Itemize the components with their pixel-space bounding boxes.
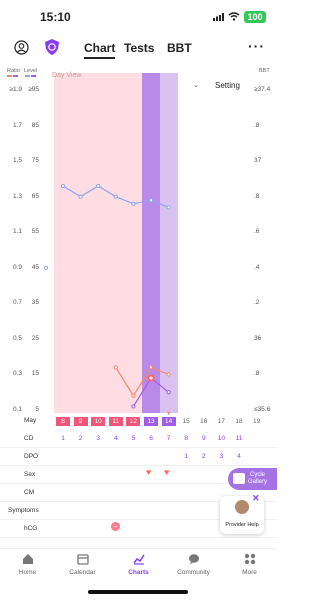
home-indicator bbox=[88, 590, 188, 594]
nav-home[interactable]: Home bbox=[0, 553, 55, 576]
date-cell[interactable]: 12 bbox=[126, 417, 141, 426]
data-point bbox=[60, 183, 66, 189]
row-divider bbox=[0, 465, 277, 466]
data-point bbox=[131, 404, 136, 409]
cd-cell: 1 bbox=[61, 435, 65, 442]
cd-cell: 7 bbox=[166, 435, 171, 442]
heart-icon[interactable]: ♥ bbox=[164, 467, 169, 477]
data-point bbox=[113, 365, 118, 370]
avatar bbox=[235, 500, 249, 514]
nav-more[interactable]: More bbox=[222, 553, 277, 576]
tab-bbt[interactable]: BBT bbox=[167, 41, 192, 55]
date-cell[interactable]: 16 bbox=[197, 417, 211, 426]
date-cell[interactable]: 9 bbox=[73, 417, 88, 426]
cycle-gallery-button[interactable]: Cycle Gallery bbox=[228, 468, 277, 490]
data-point bbox=[78, 194, 83, 199]
tab-tests[interactable]: Tests bbox=[124, 41, 154, 55]
date-cell[interactable]: 15 bbox=[179, 417, 193, 426]
fertile-window-band bbox=[54, 73, 142, 413]
data-point bbox=[131, 393, 136, 398]
date-cell[interactable]: 13 bbox=[144, 417, 158, 426]
charts-icon bbox=[132, 554, 145, 565]
symptoms-label: Symptoms bbox=[8, 507, 39, 514]
date-cell[interactable]: 14 bbox=[161, 417, 176, 426]
signal-icon bbox=[213, 13, 224, 21]
cd-cell: 2 bbox=[78, 435, 83, 442]
cd-label: CD bbox=[24, 435, 34, 442]
data-point bbox=[148, 198, 154, 203]
nav-calendar[interactable]: Calendar bbox=[55, 553, 110, 576]
hcg-label: hCG bbox=[24, 525, 38, 532]
hormone-chart[interactable] bbox=[0, 60, 277, 430]
sex-label: Sex bbox=[24, 471, 36, 478]
cd-cell: 11 bbox=[235, 435, 243, 442]
close-icon[interactable]: ✕ bbox=[252, 493, 262, 503]
today-marker-icon: ▼ bbox=[165, 411, 172, 417]
hcg-negative-badge[interactable]: − bbox=[111, 522, 120, 531]
user-profile-icon[interactable] bbox=[14, 40, 29, 55]
data-point bbox=[43, 265, 49, 270]
dpo-cell: 1 bbox=[184, 453, 188, 460]
data-point bbox=[166, 205, 171, 210]
data-point bbox=[131, 201, 136, 206]
cm-label: CM bbox=[24, 489, 35, 496]
wifi-icon bbox=[228, 12, 240, 21]
month-label: May bbox=[24, 417, 37, 424]
nav-calendar-label: Calendar bbox=[69, 569, 96, 576]
status-bar: 15:10 100 bbox=[0, 0, 277, 34]
home-icon bbox=[22, 554, 33, 564]
nav-charts[interactable]: Charts bbox=[111, 553, 166, 576]
data-point bbox=[148, 365, 154, 370]
cd-cell: 10 bbox=[217, 435, 225, 442]
date-cell[interactable]: 8 bbox=[56, 417, 70, 426]
cd-cell: 5 bbox=[131, 435, 136, 442]
chevron-down-icon: ⌄ bbox=[193, 82, 199, 89]
row-divider bbox=[0, 537, 277, 538]
cd-cell: 9 bbox=[201, 435, 206, 442]
status-time: 15:10 bbox=[40, 10, 71, 24]
data-point bbox=[96, 183, 101, 189]
peak-day-band bbox=[142, 73, 160, 413]
cd-cell: 3 bbox=[96, 435, 100, 442]
date-cell[interactable]: 18 bbox=[232, 417, 246, 426]
battery-indicator: 100 bbox=[244, 11, 266, 23]
nav-home-label: Home bbox=[18, 569, 37, 576]
tab-chart[interactable]: Chart bbox=[84, 41, 116, 59]
cd-cell: 4 bbox=[113, 435, 118, 442]
setting-dropdown[interactable]: ⌄ Setting bbox=[193, 78, 253, 94]
dpo-label: DPO bbox=[24, 453, 39, 460]
gallery-icon bbox=[233, 473, 245, 484]
more-options-icon[interactable]: ··· bbox=[248, 38, 265, 54]
data-point bbox=[113, 194, 118, 199]
row-divider bbox=[0, 447, 277, 448]
premium-shield-icon[interactable] bbox=[44, 38, 60, 56]
nav-charts-label: Charts bbox=[128, 569, 149, 576]
provider-help-label: Provider Help bbox=[225, 522, 259, 528]
cd-cell: 6 bbox=[149, 435, 153, 442]
heart-icon[interactable]: ♥ bbox=[146, 467, 151, 477]
setting-label: Setting bbox=[215, 81, 240, 90]
community-icon bbox=[188, 554, 199, 565]
cd-cell: 8 bbox=[184, 435, 188, 442]
day-view-label: Day View bbox=[52, 72, 82, 79]
dpo-cell: 2 bbox=[201, 453, 206, 460]
date-cell[interactable]: 10 bbox=[91, 417, 106, 426]
data-point bbox=[166, 390, 171, 395]
more-grid-icon bbox=[244, 553, 255, 565]
nav-community[interactable]: Community bbox=[166, 553, 221, 576]
dpo-cell: 3 bbox=[219, 453, 224, 460]
data-point bbox=[166, 372, 171, 377]
dpo-cell: 4 bbox=[237, 453, 241, 460]
ovulation-day-band bbox=[160, 73, 178, 413]
top-nav: Chart Tests BBT ··· bbox=[0, 36, 277, 62]
cycle-gallery-label: Cycle Gallery bbox=[248, 472, 268, 485]
date-cell[interactable]: 11 bbox=[108, 417, 123, 426]
date-cell[interactable]: 19 bbox=[250, 417, 264, 426]
calendar-icon bbox=[76, 554, 89, 565]
nav-community-label: Community bbox=[177, 569, 210, 576]
date-cell[interactable]: 17 bbox=[214, 417, 228, 426]
nav-more-label: More bbox=[242, 569, 257, 576]
